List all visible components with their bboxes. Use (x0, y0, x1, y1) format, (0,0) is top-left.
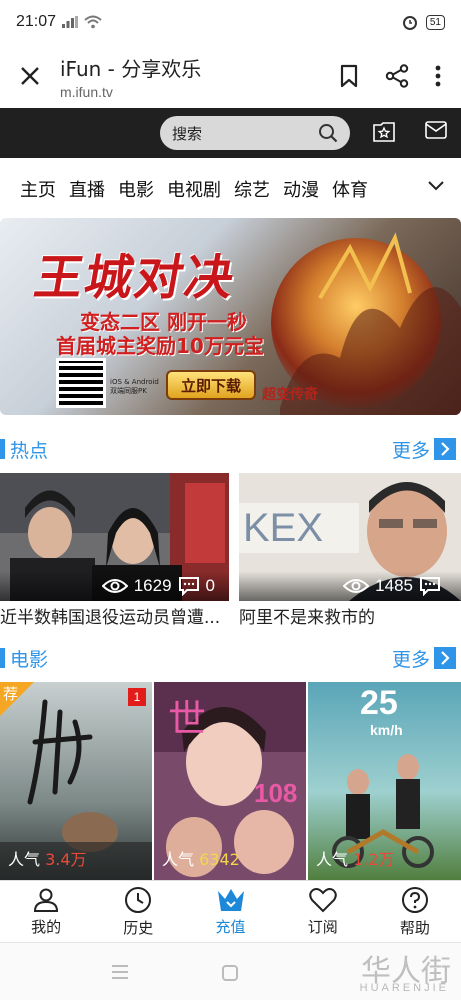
chevron-down-icon (428, 181, 444, 191)
banner-game-logo: 超变传奇 (262, 387, 318, 403)
help-icon (401, 886, 428, 913)
movie-card-3[interactable]: 25 km/h 人气 1.2万 (308, 682, 461, 882)
home-button[interactable] (222, 965, 238, 981)
site-header: 搜索 (0, 108, 461, 158)
page-url: m.ifun.tv (60, 83, 113, 100)
section-header-movies: 电影 更多 (0, 641, 461, 675)
hot-views-1: 1629 (133, 576, 172, 595)
search-input[interactable]: 搜索 (160, 116, 350, 150)
wifi-icon (84, 15, 102, 29)
section-title-hot: 热点 (10, 439, 49, 462)
comment-icon (178, 577, 199, 596)
alarm-icon (402, 16, 417, 30)
search-placeholder: 搜索 (172, 124, 203, 143)
tab-subscribe-label: 订阅 (307, 917, 338, 936)
heart-icon (308, 887, 337, 912)
chevron-right-icon (441, 651, 450, 665)
banner-ad[interactable]: 王城对决 变态二区 刚开一秒 首届城主奖励10万元宝 iOS & Android… (0, 218, 461, 415)
nav-item-home[interactable]: 主页 (20, 176, 56, 202)
movie-pop-2: 6342 (199, 850, 240, 869)
recent-apps-button[interactable] (112, 965, 128, 979)
svg-text:KEX: KEX (243, 506, 323, 550)
bookmark-button[interactable] (339, 64, 359, 88)
movie-card-1[interactable]: 荐 1 人气 3.4万 (0, 682, 152, 882)
section-title-movies: 电影 (10, 648, 49, 671)
hot-caption-1[interactable]: 近半数韩国退役运动员曾遭... (0, 603, 229, 628)
movie-pop-label-2: 人气 (162, 850, 195, 869)
recommend-label: 荐 (3, 685, 19, 703)
mail-icon (425, 121, 447, 139)
banner-line-2: 首届城主奖励10万元宝 (56, 334, 264, 358)
nav-item-anime[interactable]: 动漫 (283, 176, 319, 202)
movie-pop-1: 3.4万 (45, 850, 87, 869)
movie-pop-label-3: 人气 (316, 850, 349, 869)
nav-item-tv[interactable]: 电视剧 (167, 176, 221, 202)
section-header-hot: 热点 更多 (0, 432, 461, 466)
movie-poster-num-2: 108 (254, 778, 298, 808)
close-button[interactable] (0, 66, 60, 86)
banner-download-button[interactable]: 立即下载 (166, 370, 256, 400)
banner-headline: 王城对决 (30, 250, 241, 306)
movies-more-button[interactable]: 更多 (392, 645, 461, 672)
battery-icon: 51 (425, 14, 445, 30)
mail-button[interactable] (425, 121, 447, 139)
watermark-text: HUARENJIE (359, 982, 449, 994)
clock-icon (125, 886, 152, 913)
tab-me-label: 我的 (31, 917, 62, 936)
movie-card-2[interactable]: 世 108 人气 6342 (154, 682, 306, 882)
page-title: iFun - 分享欢乐 (60, 56, 202, 81)
favorites-icon (373, 122, 395, 142)
nav-expand-button[interactable] (427, 180, 445, 192)
qr-code (56, 358, 106, 408)
tab-recharge-label: 充值 (215, 917, 246, 936)
hot-more-label: 更多 (391, 439, 430, 462)
nav-item-movie[interactable]: 电影 (118, 176, 154, 202)
user-icon (34, 888, 59, 912)
movie-poster-unit-3: km/h (370, 722, 403, 738)
hot-card-1[interactable]: 1629 0 (0, 473, 229, 601)
hot-card-2[interactable]: KEX 1485 (239, 473, 461, 601)
tab-help-label: 帮助 (399, 918, 430, 937)
status-bar: 21:07 51 (0, 0, 461, 44)
tab-history[interactable]: 历史 (92, 881, 184, 942)
movie-pop-3: 1.2万 (353, 850, 395, 869)
hot-comments-1: 0 (205, 576, 215, 595)
movie-pop-label-1: 人气 (8, 850, 41, 869)
hot-views-2: 1485 (375, 576, 413, 595)
views-icon (101, 579, 128, 593)
more-vertical-icon (435, 65, 441, 87)
movie-badge-1: 1 (128, 688, 146, 706)
share-button[interactable] (385, 64, 409, 88)
hot-caption-2[interactable]: 阿里不是来救市的 (239, 603, 461, 628)
tab-history-label: 历史 (123, 918, 154, 937)
bottom-tabbar: 我的 历史 充值 订阅 帮助 (0, 880, 461, 942)
status-time: 21:07 (16, 13, 57, 30)
favorites-button[interactable] (372, 121, 396, 143)
share-icon (385, 64, 409, 88)
bookmark-icon (340, 64, 358, 88)
close-icon (21, 67, 39, 85)
hot-more-button[interactable]: 更多 (392, 436, 461, 463)
more-menu-button[interactable] (435, 65, 441, 87)
chevron-right-icon (441, 442, 450, 456)
tab-me[interactable]: 我的 (0, 881, 92, 942)
browser-bar: iFun - 分享欢乐 m.ifun.tv (0, 44, 461, 108)
movie-poster-title-3: 25 (360, 684, 398, 722)
movie-poster-title-2: 世 (168, 697, 207, 741)
tab-help[interactable]: 帮助 (369, 881, 461, 942)
signal-icon (62, 16, 79, 28)
category-nav: 主页 直播 电影 电视剧 综艺 动漫 体育 (0, 160, 461, 218)
banner-qr-caption: iOS & Android 双端同服PK (110, 378, 159, 395)
views-icon (343, 579, 370, 593)
comment-icon (420, 577, 440, 596)
nav-item-live[interactable]: 直播 (69, 176, 105, 202)
nav-item-variety[interactable]: 综艺 (234, 176, 270, 202)
crown-icon (217, 888, 244, 911)
nav-item-sports[interactable]: 体育 (332, 176, 368, 202)
search-icon[interactable] (318, 123, 338, 143)
movies-more-label: 更多 (391, 648, 430, 671)
tab-subscribe[interactable]: 订阅 (277, 881, 369, 942)
tab-recharge[interactable]: 充值 (184, 881, 276, 942)
